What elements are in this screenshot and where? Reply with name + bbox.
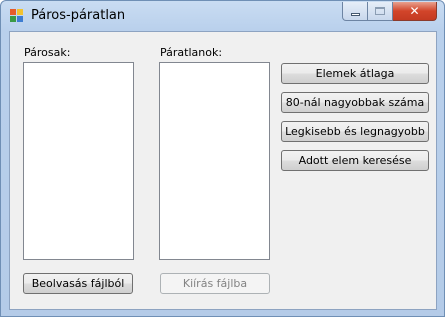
maximize-icon	[375, 7, 385, 15]
title-bar[interactable]: Páros-páratlan ✕	[1, 1, 444, 31]
close-icon: ✕	[409, 4, 420, 18]
read-file-button[interactable]: Beolvasás fájlból	[23, 273, 133, 294]
odd-listbox[interactable]	[159, 62, 270, 260]
minimize-icon	[350, 12, 360, 16]
caption-buttons: ✕	[342, 2, 437, 21]
average-button[interactable]: Elemek átlaga	[281, 63, 429, 84]
client-area: Párosak: Páratlanok: Elemek átlaga 80-ná…	[9, 31, 437, 310]
maximize-button[interactable]	[368, 2, 393, 21]
app-window: Páros-páratlan ✕ Párosak: Páratlanok: El…	[0, 0, 445, 317]
even-label: Párosak:	[24, 46, 71, 59]
close-button[interactable]: ✕	[393, 2, 437, 21]
app-icon[interactable]	[10, 9, 24, 23]
min-max-button[interactable]: Legkisebb és legnagyobb	[281, 121, 429, 142]
write-file-button[interactable]: Kiírás fájlba	[160, 273, 270, 294]
window-title: Páros-páratlan	[31, 8, 126, 23]
search-element-button[interactable]: Adott elem keresése	[281, 150, 429, 171]
minimize-button[interactable]	[342, 2, 368, 21]
even-listbox[interactable]	[23, 62, 134, 260]
odd-label: Páratlanok:	[160, 46, 223, 59]
count-over-80-button[interactable]: 80-nál nagyobbak száma	[281, 92, 429, 113]
